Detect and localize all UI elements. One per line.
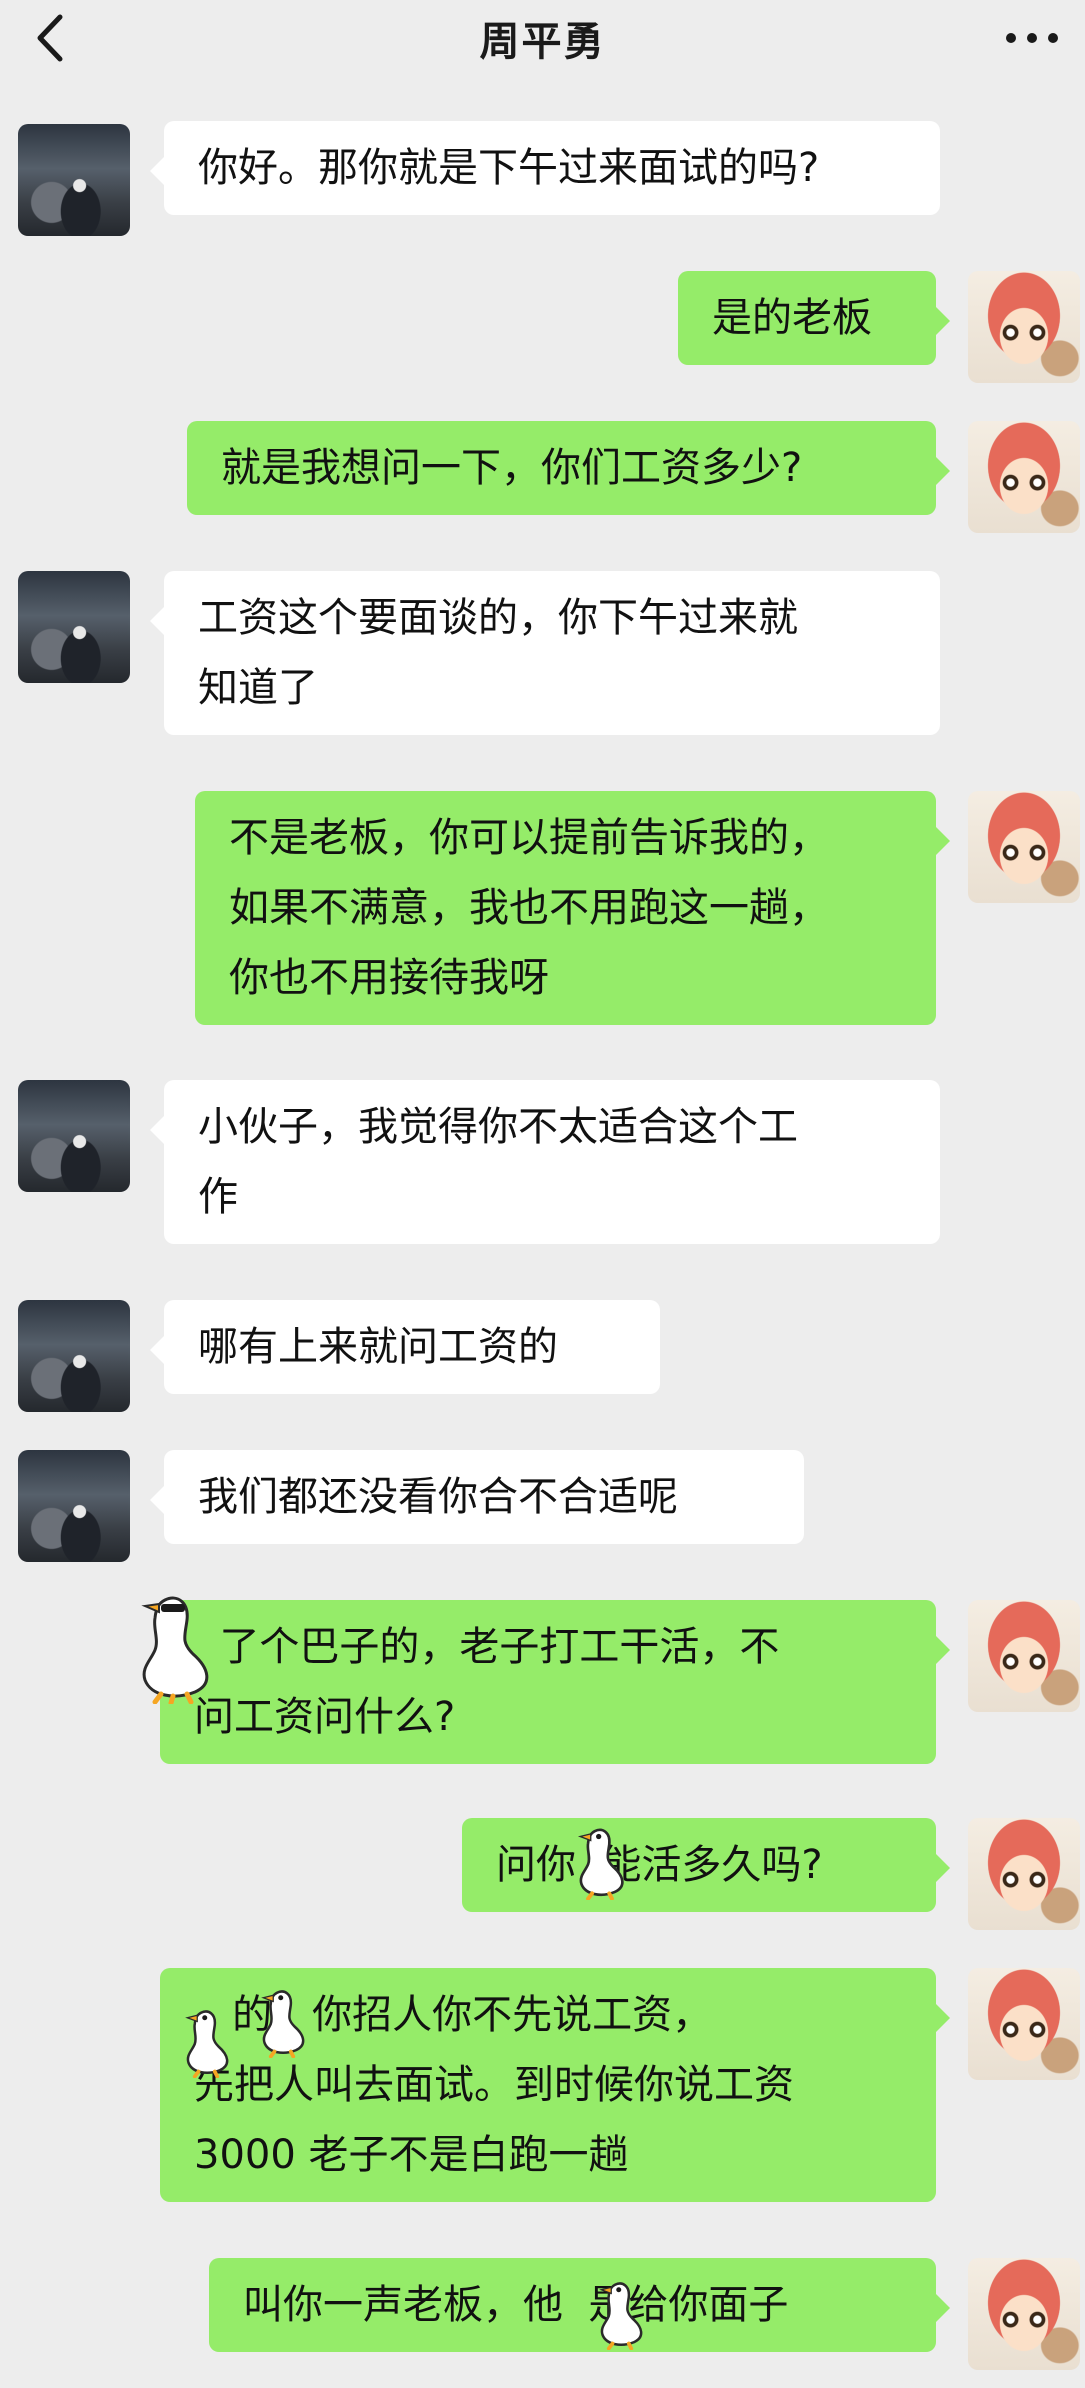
my-avatar[interactable] xyxy=(968,271,1080,383)
contact-avatar[interactable] xyxy=(18,571,130,683)
message-bubble[interactable]: 叫你一声老板，他 是给你面子 xyxy=(209,2258,950,2352)
my-avatar[interactable] xyxy=(968,1968,1080,2080)
message-bubble[interactable]: 就是我想问一下，你们工资多少? xyxy=(187,421,950,515)
goose-sticker-icon xyxy=(577,1828,624,1900)
goose-sticker-icon xyxy=(141,1596,209,1704)
contact-avatar[interactable] xyxy=(18,1080,130,1192)
contact-avatar[interactable] xyxy=(18,124,130,236)
my-avatar[interactable] xyxy=(968,2258,1080,2370)
message-list[interactable]: 你好。那你就是下午过来面试的吗? 是的老板 就是我想问一下，你们工资多少? 工资… xyxy=(0,0,1085,2388)
message-bubble[interactable]: 我们都还没看你合不合适呢 xyxy=(150,1450,804,1544)
goose-sticker-icon xyxy=(185,2010,229,2078)
message-bubble[interactable]: 小伙子，我觉得你不太适合这个工 作 xyxy=(150,1080,940,1244)
message-bubble[interactable]: 不是老板，你可以提前告诉我的， 如果不满意，我也不用跑这一趟， 你也不用接待我呀 xyxy=(195,791,950,1025)
message-bubble[interactable]: 哪有上来就问工资的 xyxy=(150,1300,660,1394)
my-avatar[interactable] xyxy=(968,791,1080,903)
goose-sticker-icon xyxy=(261,1990,305,2058)
message-bubble[interactable]: 工资这个要面谈的，你下午过来就 知道了 xyxy=(150,571,940,735)
contact-avatar[interactable] xyxy=(18,1300,130,1412)
goose-sticker-icon xyxy=(599,2282,643,2350)
message-bubble[interactable]: 了个巴子的，老子打工干活，不 问工资问什么? xyxy=(160,1600,950,1764)
my-avatar[interactable] xyxy=(968,421,1080,533)
message-bubble[interactable]: 你好。那你就是下午过来面试的吗? xyxy=(150,121,940,215)
my-avatar[interactable] xyxy=(968,1818,1080,1930)
message-bubble[interactable]: 问你 能活多久吗? xyxy=(462,1818,950,1912)
my-avatar[interactable] xyxy=(968,1600,1080,1712)
message-bubble[interactable]: 是的老板 xyxy=(678,271,950,365)
contact-avatar[interactable] xyxy=(18,1450,130,1562)
